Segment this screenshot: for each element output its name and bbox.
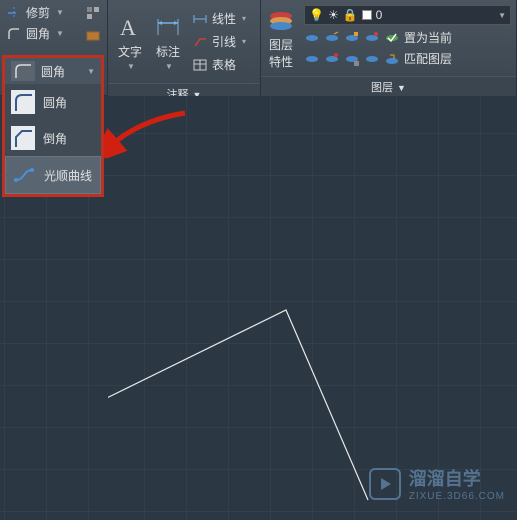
layer-icon-2[interactable] — [324, 30, 340, 46]
set-current-icon — [384, 30, 400, 46]
match-layer-label[interactable]: 匹配图层 — [404, 50, 452, 67]
layer-combo[interactable]: 💡 ☀ 🔒 0 ▼ — [304, 5, 511, 25]
layer-icon-6[interactable] — [324, 51, 340, 67]
chevron-down-icon: ▾ — [242, 14, 246, 23]
array-icon[interactable] — [85, 26, 101, 42]
match-layer-icon — [384, 51, 400, 67]
lock-icon: 🔒 — [343, 8, 358, 22]
layer-properties-button[interactable]: 图层 特性 — [263, 2, 299, 74]
dimension-button[interactable]: 标注 ▼ — [150, 4, 186, 79]
watermark: 溜溜自学 ZIXUE.3D66.COM — [369, 465, 505, 502]
table-button[interactable]: 表格 — [190, 54, 248, 75]
chevron-down-icon: ▼ — [498, 11, 506, 20]
layer-properties-icon — [267, 6, 295, 34]
blend-option-icon — [12, 163, 36, 187]
chevron-down-icon: ▼ — [397, 83, 406, 93]
layer-icon-3[interactable] — [344, 30, 360, 46]
bulb-icon: 💡 — [309, 8, 324, 22]
color-swatch — [362, 10, 372, 20]
leader-button[interactable]: 引线 ▾ — [190, 31, 248, 52]
chevron-down-icon: ▼ — [87, 67, 95, 76]
layer-icon-4[interactable] — [364, 30, 380, 46]
text-label: 文字 — [118, 43, 142, 60]
layer-properties-label: 图层 特性 — [269, 36, 293, 70]
drawing-canvas[interactable] — [108, 96, 517, 520]
fillet-current-label: 圆角 — [41, 63, 65, 80]
flyout-chamfer[interactable]: 倒角 — [5, 120, 101, 156]
chevron-down-icon: ▼ — [165, 62, 173, 71]
flyout-chamfer-label: 倒角 — [43, 130, 67, 147]
layers-panel-title[interactable]: 图层▼ — [261, 76, 516, 97]
layer-icon-7[interactable] — [344, 51, 360, 67]
dimension-label: 标注 — [156, 43, 180, 60]
trim-label: 修剪 — [26, 4, 50, 21]
fillet-current[interactable]: 圆角 ▼ — [5, 58, 101, 84]
flyout-fillet[interactable]: 圆角 — [5, 84, 101, 120]
fillet-flyout: 圆角 ▼ 圆角 倒角 光顺曲线 — [2, 55, 104, 197]
chevron-down-icon: ▾ — [242, 37, 246, 46]
text-icon: A — [116, 13, 144, 41]
polyline-geometry[interactable] — [108, 310, 368, 500]
chevron-down-icon[interactable]: ▼ — [56, 29, 64, 38]
chamfer-option-icon — [11, 126, 35, 150]
play-icon — [369, 468, 401, 500]
text-button[interactable]: A 文字 ▼ — [112, 4, 148, 79]
fillet-thumb-icon — [11, 61, 35, 81]
layer-icon-5[interactable] — [304, 51, 320, 67]
watermark-url: ZIXUE.3D66.COM — [409, 491, 505, 502]
svg-text:A: A — [120, 15, 136, 40]
fillet-label: 圆角 — [26, 25, 50, 42]
leader-label: 引线 — [212, 33, 236, 50]
chevron-down-icon[interactable]: ▼ — [56, 8, 64, 17]
layer-icon-8[interactable] — [364, 51, 380, 67]
linear-label: 线性 — [212, 10, 236, 27]
dimension-icon — [154, 13, 182, 41]
table-icon — [192, 57, 208, 73]
sun-icon: ☀ — [328, 8, 339, 22]
trim-icon — [6, 5, 22, 21]
layer-icon-1[interactable] — [304, 30, 320, 46]
set-current-label[interactable]: 置为当前 — [404, 29, 452, 46]
fillet-icon — [6, 26, 22, 42]
flyout-fillet-label: 圆角 — [43, 94, 67, 111]
flyout-blend[interactable]: 光顺曲线 — [5, 156, 101, 194]
leader-icon — [192, 34, 208, 50]
annotation-panel: A 文字 ▼ 标注 ▼ 线性 ▾ 引线 — [108, 0, 261, 95]
trim-button[interactable]: 修剪 ▼ — [2, 2, 105, 23]
layers-panel: 图层 特性 💡 ☀ 🔒 0 ▼ — [261, 0, 517, 95]
fillet-split[interactable]: 圆角 ▼ — [2, 23, 105, 44]
chevron-down-icon: ▼ — [127, 62, 135, 71]
linear-icon — [192, 11, 208, 27]
explode-icon[interactable] — [85, 5, 101, 21]
flyout-blend-label: 光顺曲线 — [44, 167, 92, 184]
fillet-option-icon — [11, 90, 35, 114]
watermark-title: 溜溜自学 — [409, 465, 505, 491]
linear-button[interactable]: 线性 ▾ — [190, 8, 248, 29]
layer-name: 0 — [376, 8, 383, 22]
table-label: 表格 — [212, 56, 236, 73]
